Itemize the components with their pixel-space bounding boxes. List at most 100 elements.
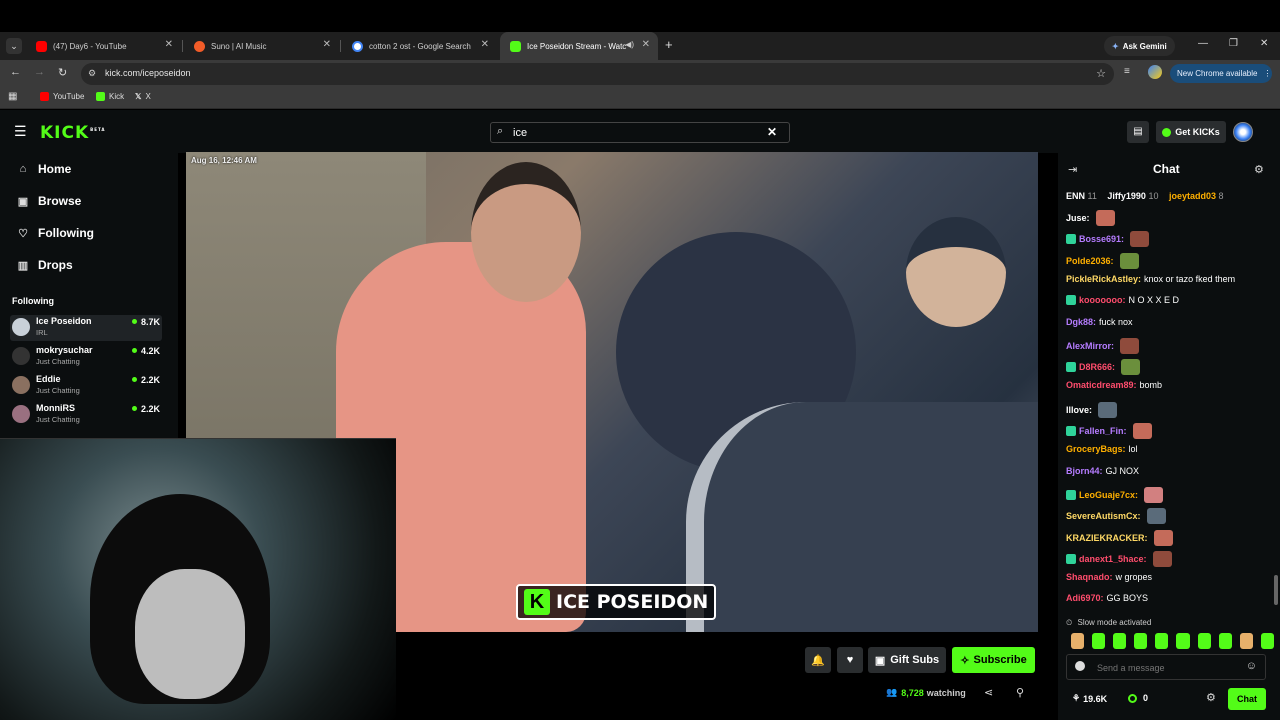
- emote[interactable]: [1239, 633, 1253, 649]
- chat-username[interactable]: Fallen_Fin:: [1079, 426, 1127, 436]
- chat-username[interactable]: Shaqnado:: [1066, 572, 1113, 582]
- channel-points[interactable]: ⚘ 19.6K: [1072, 693, 1107, 704]
- close-tab-icon[interactable]: ✕: [481, 39, 489, 50]
- followed-channel-eddie[interactable]: Eddie Just Chatting 2.2K: [10, 373, 162, 399]
- nav-home[interactable]: ⌂ Home: [16, 162, 72, 176]
- viewer-count: 2.2K: [131, 375, 160, 385]
- bookmark-x[interactable]: 𝕏 X: [135, 92, 151, 101]
- new-chrome-available-button[interactable]: New Chrome available ⋮: [1170, 64, 1272, 83]
- chat-text: N O X X E D: [1128, 295, 1180, 306]
- browser-tab-active[interactable]: Ice Poseidon Stream - Watc ◀) ✕: [500, 32, 658, 60]
- chat-username[interactable]: Dgk88:: [1066, 317, 1096, 327]
- browser-tab[interactable]: (47) Day6 - YouTube ✕: [26, 32, 181, 60]
- chat-settings-icon[interactable]: ⚙: [1254, 163, 1264, 176]
- chat-username[interactable]: GroceryBags:: [1066, 444, 1126, 454]
- chat-username[interactable]: KRAZIEKRACKER:: [1066, 533, 1148, 543]
- nav-following[interactable]: ♡ Following: [16, 226, 94, 240]
- reload-icon[interactable]: ↻: [58, 66, 67, 79]
- emote[interactable]: [1134, 633, 1148, 649]
- channel-name: Ice Poseidon: [36, 316, 92, 326]
- clear-search-icon[interactable]: ✕: [767, 125, 777, 139]
- chat-message-input[interactable]: [1097, 660, 1237, 675]
- subscribe-button[interactable]: ✧ Subscribe: [952, 647, 1035, 673]
- close-tab-icon[interactable]: ✕: [323, 39, 331, 50]
- chat-username[interactable]: Illove:: [1066, 405, 1092, 415]
- ask-gemini-button[interactable]: ✦ Ask Gemini: [1104, 36, 1175, 56]
- browser-tab[interactable]: Suno | AI Music ✕: [184, 32, 339, 60]
- chat-username[interactable]: Juse:: [1066, 213, 1090, 223]
- browser-tab[interactable]: cotton 2 ost - Google Search ✕: [342, 32, 497, 60]
- emote[interactable]: [1113, 633, 1127, 649]
- hamburger-menu-icon[interactable]: ☰: [14, 123, 27, 140]
- maximize-window-icon[interactable]: ❐: [1229, 38, 1238, 49]
- chat-emote: [1121, 359, 1141, 376]
- gemini-sparkle-icon: ✦: [1112, 41, 1119, 51]
- back-arrow-icon[interactable]: ←: [10, 66, 21, 78]
- nav-drops[interactable]: ▥ Drops: [16, 258, 73, 272]
- page-scrollbar[interactable]: [1274, 575, 1278, 605]
- smiley-icon[interactable]: ☺: [1246, 660, 1257, 672]
- followed-channel-monnirs[interactable]: MonniRS Just Chatting 2.2K: [10, 402, 162, 428]
- bookmark-kick[interactable]: Kick: [96, 92, 124, 101]
- kick-logo[interactable]: KICKBETA: [40, 123, 105, 143]
- chat-username[interactable]: LeoGuaje7cx:: [1079, 490, 1138, 500]
- emoji-picker-icon[interactable]: [1075, 661, 1085, 671]
- emote[interactable]: [1197, 633, 1211, 649]
- profile-avatar-icon[interactable]: [1148, 65, 1162, 79]
- minimize-window-icon[interactable]: —: [1198, 38, 1208, 49]
- followed-channel-mokrysuchar[interactable]: mokrysuchar Just Chatting 4.2K: [10, 344, 162, 370]
- chat-message: Omaticdream89: bomb: [1066, 380, 1162, 390]
- tab-title: Ice Poseidon Stream - Watc: [527, 41, 627, 51]
- chat-username[interactable]: Omaticdream89:: [1066, 380, 1137, 390]
- chat-gear-icon[interactable]: ⚙: [1206, 691, 1216, 704]
- emote[interactable]: [1071, 633, 1085, 649]
- apps-grid-icon[interactable]: ▦: [8, 91, 17, 102]
- audio-playing-icon[interactable]: ◀): [625, 40, 634, 49]
- chat-username[interactable]: D8R666:: [1079, 362, 1115, 372]
- share-icon[interactable]: ⋖: [984, 686, 993, 699]
- emote[interactable]: [1176, 633, 1190, 649]
- chat-username[interactable]: Bosse691:: [1079, 234, 1124, 244]
- viewer-count: 2.2K: [131, 404, 160, 414]
- chat-username[interactable]: Polde2036:: [1066, 256, 1114, 266]
- collapse-chat-icon[interactable]: ⇥: [1068, 163, 1077, 176]
- user-avatar[interactable]: [1233, 122, 1253, 142]
- tab-search-icon[interactable]: ⌄: [6, 38, 22, 54]
- library-icon[interactable]: ▤: [1127, 121, 1149, 143]
- chat-username[interactable]: AlexMirror:: [1066, 341, 1114, 351]
- send-chat-button[interactable]: Chat: [1228, 688, 1266, 710]
- close-tab-icon[interactable]: ✕: [165, 39, 173, 50]
- emote[interactable]: [1218, 633, 1232, 649]
- gift-icon: ▣: [874, 654, 886, 667]
- close-window-icon[interactable]: ✕: [1260, 38, 1268, 49]
- suno-favicon-icon: [194, 40, 205, 52]
- chat-username[interactable]: danext1_5hace:: [1079, 554, 1147, 564]
- nav-browse[interactable]: ▣ Browse: [16, 194, 82, 208]
- follow-heart-button[interactable]: ♥: [837, 647, 863, 673]
- site-info-icon[interactable]: ⚙: [88, 68, 96, 79]
- gift-subs-button[interactable]: ▣ Gift Subs: [868, 647, 946, 673]
- forward-arrow-icon[interactable]: →: [34, 66, 45, 78]
- chat-username[interactable]: SevereAutismCx:: [1066, 511, 1141, 521]
- chat-username[interactable]: PickleRickAstley:: [1066, 274, 1141, 284]
- bookmark-star-icon[interactable]: ☆: [1096, 67, 1106, 80]
- address-bar[interactable]: ⚙ kick.com/iceposeidon ☆: [81, 63, 1114, 85]
- google-favicon-icon: [352, 40, 363, 52]
- emote[interactable]: [1092, 633, 1106, 649]
- emote[interactable]: [1260, 633, 1274, 649]
- emote[interactable]: [1155, 633, 1169, 649]
- get-kicks-button[interactable]: Get KICKs: [1156, 121, 1226, 143]
- close-tab-icon[interactable]: ✕: [642, 39, 650, 50]
- home-icon: ⌂: [19, 163, 27, 175]
- search-input[interactable]: [513, 125, 753, 141]
- chat-username[interactable]: Adi6970:: [1066, 593, 1104, 603]
- cast-media-icon[interactable]: ≡: [1124, 66, 1130, 77]
- chat-username[interactable]: kooooooo:: [1079, 295, 1126, 305]
- bookmark-youtube[interactable]: YouTube: [40, 92, 84, 101]
- kicks-balance[interactable]: 0: [1128, 693, 1148, 703]
- clip-icon[interactable]: ⚲: [1016, 686, 1024, 699]
- chat-username[interactable]: Bjorn44:: [1066, 466, 1103, 476]
- followed-channel-ice-poseidon[interactable]: Ice Poseidon IRL 8.7K: [10, 315, 162, 341]
- new-tab-icon[interactable]: +: [665, 37, 673, 52]
- notifications-bell-button[interactable]: 🔔: [805, 647, 831, 673]
